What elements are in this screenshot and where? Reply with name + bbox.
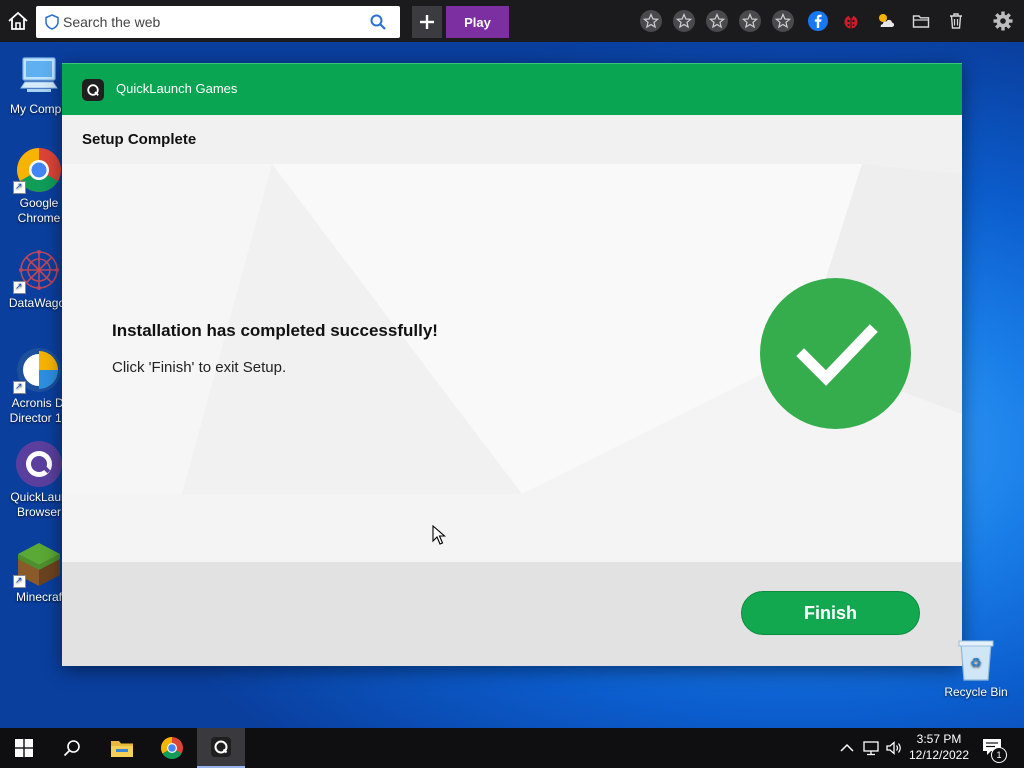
file-explorer-icon (111, 741, 133, 757)
taskbar-quicklaunch[interactable] (197, 728, 245, 768)
success-subtitle: Click 'Finish' to exit Setup. (112, 359, 287, 376)
installer-window: QuickLaunch Games Setup Complete Install… (62, 63, 962, 666)
shield-icon (45, 14, 59, 30)
shortcut-arrow-icon (13, 279, 26, 294)
trash-icon[interactable] (944, 9, 968, 33)
desktop-icon-recycle-bin[interactable]: ♻ Recycle Bin (940, 638, 1012, 699)
network-icon[interactable] (862, 739, 880, 757)
chrome-icon (161, 737, 183, 759)
taskbar: 3:57 PM 12/12/2022 1 (0, 728, 1024, 768)
facebook-icon[interactable] (806, 9, 830, 33)
search-icon (63, 740, 80, 757)
installer-content: Installation has completed successfully!… (62, 114, 962, 562)
minecraft-icon (13, 540, 63, 588)
favorite-1[interactable] (639, 9, 663, 33)
search-input[interactable] (63, 10, 363, 34)
favorite-5[interactable] (771, 9, 795, 33)
taskbar-file-explorer[interactable] (98, 728, 146, 768)
start-button[interactable] (0, 728, 48, 768)
action-center-button[interactable]: 1 (982, 738, 1007, 763)
installer-footer: Finish (62, 562, 962, 666)
chrome-icon (13, 146, 63, 194)
web-search-box[interactable] (36, 6, 400, 38)
home-icon[interactable] (7, 11, 29, 31)
acronis-icon (13, 346, 63, 394)
finish-button[interactable]: Finish (741, 591, 920, 635)
favorite-4[interactable] (738, 9, 762, 33)
datawagon-icon (13, 246, 63, 294)
success-title: Installation has completed successfully! (112, 321, 438, 340)
quicklaunch-icon (211, 737, 231, 757)
favorite-2[interactable] (672, 9, 696, 33)
quicklaunch-icon (15, 440, 63, 488)
taskbar-search-button[interactable] (48, 728, 96, 768)
shortcut-arrow-icon (13, 379, 26, 394)
star-icon (709, 13, 725, 29)
computer-icon (15, 52, 63, 100)
chevron-up-icon[interactable] (838, 739, 856, 757)
volume-icon[interactable] (885, 739, 903, 757)
top-toolbar: Play (0, 0, 1024, 42)
installer-titlebar: QuickLaunch Games (62, 63, 962, 115)
quicklaunch-logo-icon (82, 79, 104, 101)
clock-time: 3:57 PM (916, 732, 962, 746)
system-clock[interactable]: 3:57 PM 12/12/2022 (905, 731, 973, 763)
add-button[interactable] (412, 6, 442, 38)
mouse-cursor-icon (432, 525, 446, 545)
shortcut-arrow-icon (13, 179, 26, 194)
gear-icon[interactable] (991, 9, 1015, 33)
star-icon (643, 13, 659, 29)
favorite-3[interactable] (705, 9, 729, 33)
svg-text:♻: ♻ (970, 656, 982, 671)
taskbar-chrome[interactable] (148, 728, 196, 768)
plus-icon (420, 15, 434, 29)
search-icon[interactable] (370, 14, 386, 30)
recycle-bin-label: Recycle Bin (944, 685, 1008, 699)
star-icon (775, 13, 791, 29)
success-check-icon (760, 278, 911, 429)
notification-badge: 1 (991, 747, 1007, 763)
star-icon (742, 13, 758, 29)
folder-icon[interactable] (909, 9, 933, 33)
weather-icon[interactable] (874, 9, 898, 33)
windows-logo-icon (15, 739, 33, 757)
star-icon (676, 13, 692, 29)
shortcut-arrow-icon (13, 573, 26, 588)
window-title: QuickLaunch Games (116, 81, 238, 96)
recycle-bin-icon: ♻ (958, 640, 994, 681)
clock-date: 12/12/2022 (908, 748, 970, 762)
ladybug-icon[interactable] (839, 9, 863, 33)
play-button[interactable]: Play (446, 6, 509, 38)
